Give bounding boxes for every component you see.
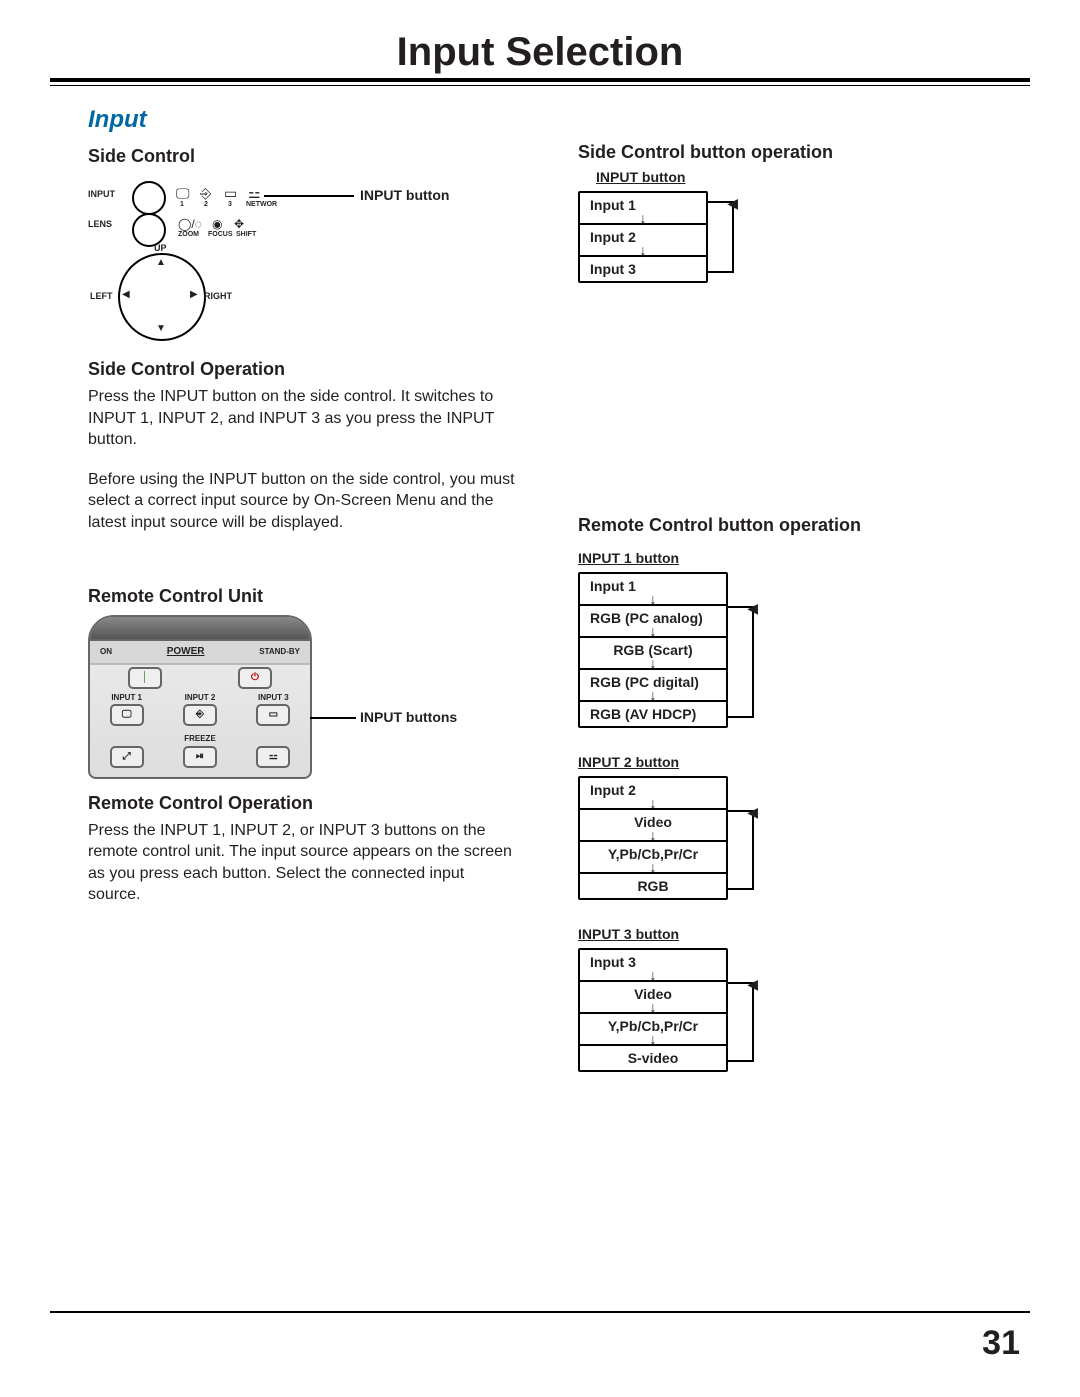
- remote-top-bar: [90, 617, 310, 641]
- loop-line: [728, 606, 754, 718]
- page: Input Selection Input Side Control INPUT…: [0, 0, 1080, 1397]
- loop-line: [728, 810, 754, 890]
- loop-arrow-icon: ◀: [747, 600, 758, 617]
- shift-icon: ✥: [234, 217, 244, 231]
- label-2: 2: [204, 201, 208, 208]
- label-freeze: FREEZE: [184, 734, 216, 743]
- rule-bottom: [50, 1311, 1030, 1313]
- page-title: Input Selection: [0, 30, 1080, 75]
- chevron-up-icon: ▲: [156, 257, 166, 268]
- loop-arrow-icon: ◀: [727, 195, 738, 212]
- flow-item: RGB (PC digital): [580, 668, 726, 694]
- flow-item: RGB (PC analog): [580, 604, 726, 630]
- side-btn-flow: Input 1 ↓ Input 2 ↓ Input 3: [578, 191, 708, 283]
- freeze-button-icon: ⏯: [183, 746, 217, 768]
- input1-button-sub: INPUT 1 button: [578, 550, 978, 566]
- chevron-down-icon: ▼: [156, 323, 166, 334]
- page-number: 31: [982, 1324, 1020, 1363]
- autopc-button-icon: ⤢: [110, 746, 144, 768]
- flow-item: Y,Pb/Cb,Pr/Cr: [580, 1012, 726, 1038]
- flow-item: Input 2: [580, 223, 706, 249]
- network-button-icon: ⚍: [256, 746, 290, 768]
- right-column: Side Control button operation INPUT butt…: [578, 136, 978, 1098]
- label-left: LEFT: [90, 291, 113, 301]
- left-column: Input Side Control INPUT LENS 🖵 ⎆ ▭ ⚍ 1 …: [88, 100, 548, 924]
- label-input1: INPUT 1: [111, 693, 142, 702]
- input-button-callout: INPUT button: [360, 187, 449, 203]
- flow-item: RGB (Scart): [580, 636, 726, 662]
- content: Input Side Control INPUT LENS 🖵 ⎆ ▭ ⚍ 1 …: [88, 100, 992, 1317]
- input2-flow: Input 2 ↓ Video ↓ Y,Pb/Cb,Pr/Cr ↓ RGB: [578, 776, 728, 900]
- side-control-diagram: INPUT LENS 🖵 ⎆ ▭ ⚍ 1 2 3 NETWOR ◯/◌: [88, 173, 348, 343]
- flow-item: RGB (AV HDCP): [580, 700, 726, 726]
- label-up: UP: [154, 243, 167, 253]
- loop-arrow-icon: ◀: [747, 976, 758, 993]
- label-input: INPUT: [88, 189, 115, 199]
- flow-item: Input 2: [580, 778, 726, 802]
- callout-line-remote: [310, 717, 356, 719]
- input1-button-icon: 🖵: [110, 704, 144, 726]
- label-power: POWER: [167, 646, 205, 657]
- side-control-op-p1: Press the INPUT button on the side contr…: [88, 386, 518, 451]
- network-icon: ⚍: [248, 185, 261, 202]
- chevron-right-icon: ▶: [190, 289, 198, 300]
- label-focus: FOCUS: [208, 231, 233, 238]
- focus-icon: ◉: [212, 217, 222, 231]
- zoom-icon: ◯/◌: [178, 217, 202, 231]
- label-input2: INPUT 2: [185, 693, 216, 702]
- flow-item: Y,Pb/Cb,Pr/Cr: [580, 840, 726, 866]
- flow-item: Video: [580, 808, 726, 834]
- label-zoom: ZOOM: [178, 231, 199, 238]
- section-heading: Input: [88, 106, 548, 134]
- on-button-icon: │: [128, 667, 162, 689]
- loop-arrow-icon: ◀: [747, 804, 758, 821]
- input1-flow: Input 1 ↓ RGB (PC analog) ↓ RGB (Scart) …: [578, 572, 728, 728]
- flow-item: Input 3: [580, 255, 706, 281]
- remote-power-row: ON POWER STAND-BY: [90, 641, 310, 665]
- remote-op-heading: Remote Control Operation: [88, 793, 548, 814]
- label-right: RIGHT: [204, 291, 232, 301]
- input-button-icon: [132, 181, 166, 215]
- label-1: 1: [180, 201, 184, 208]
- side-btn-op-heading: Side Control button operation: [578, 142, 978, 163]
- flow-item: Input 1: [580, 574, 726, 598]
- side-control-op-heading: Side Control Operation: [88, 359, 548, 380]
- lens-button-icon: [132, 213, 166, 247]
- standby-button-icon: ⏻: [238, 667, 272, 689]
- input3-button-icon: ▭: [256, 704, 290, 726]
- label-lens: LENS: [88, 219, 112, 229]
- remote-unit-heading: Remote Control Unit: [88, 586, 548, 607]
- label-network: NETWOR: [246, 201, 277, 208]
- chevron-left-icon: ◀: [122, 289, 130, 300]
- tape-icon: ▭: [224, 185, 237, 202]
- flow-item: Video: [580, 980, 726, 1006]
- input3-button-sub: INPUT 3 button: [578, 926, 978, 942]
- label-on: ON: [100, 647, 112, 656]
- input2-button-icon: ⎆: [183, 704, 217, 726]
- label-standby: STAND-BY: [259, 647, 300, 656]
- side-btn-sub: INPUT button: [596, 169, 978, 185]
- monitor-icon: 🖵: [176, 185, 190, 202]
- flow-item: Input 1: [580, 193, 706, 217]
- flow-item: RGB: [580, 872, 726, 898]
- input-icon: ⎆: [200, 185, 211, 202]
- input-buttons-callout: INPUT buttons: [360, 709, 457, 725]
- loop-line: [728, 982, 754, 1062]
- label-input3: INPUT 3: [258, 693, 289, 702]
- side-control-heading: Side Control: [88, 146, 548, 167]
- remote-diagram: ON POWER STAND-BY │ ⏻ INPUT 1 INPUT 2 IN…: [88, 615, 312, 779]
- remote-op-p1: Press the INPUT 1, INPUT 2, or INPUT 3 b…: [88, 820, 518, 906]
- input2-button-sub: INPUT 2 button: [578, 754, 978, 770]
- label-shift: SHIFT: [236, 231, 256, 238]
- remote-btn-op-heading: Remote Control button operation: [578, 515, 978, 536]
- rule-top: [50, 78, 1030, 82]
- side-control-op-p2: Before using the INPUT button on the sid…: [88, 469, 518, 534]
- rule-under: [50, 85, 1030, 86]
- callout-line: [264, 195, 354, 197]
- flow-item: Input 3: [580, 950, 726, 974]
- label-3: 3: [228, 201, 232, 208]
- input3-flow: Input 3 ↓ Video ↓ Y,Pb/Cb,Pr/Cr ↓ S-vide…: [578, 948, 728, 1072]
- flow-item: S-video: [580, 1044, 726, 1070]
